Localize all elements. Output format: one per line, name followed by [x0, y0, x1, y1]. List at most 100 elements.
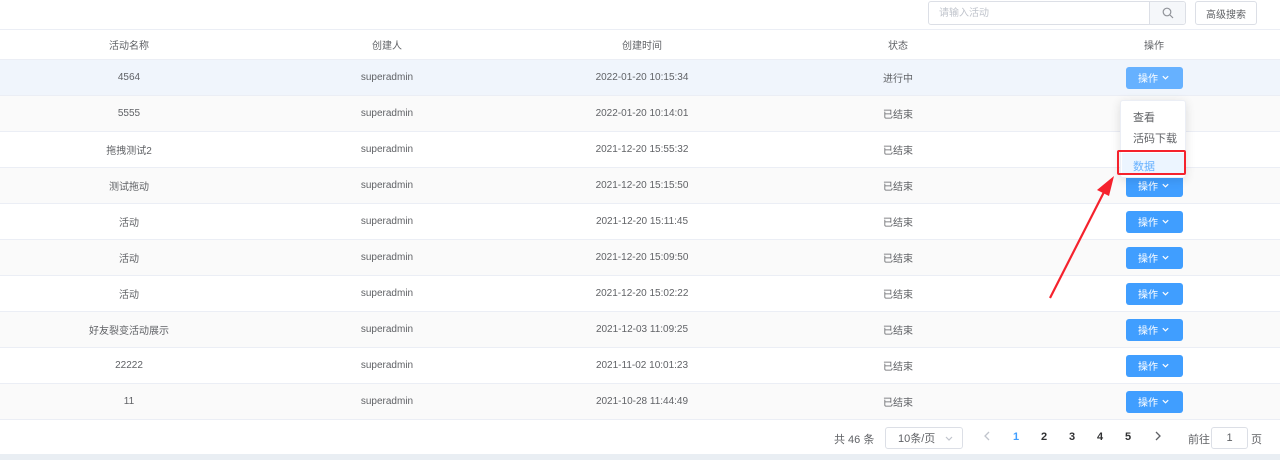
cell-activity-name: 5555 — [117, 108, 141, 119]
table-row: 5555superadmin2022-01-20 10:14:01已结束操作 — [0, 96, 1280, 132]
pagination: 共 46 条 10条/页 1 2 3 4 5 前往 页 — [0, 424, 1280, 452]
table-row: 11 superadmin 2021-10-28 11:44:49 已结束 操作 — [0, 384, 1280, 420]
cell-status: 已结束 — [883, 254, 913, 265]
action-dropdown-button[interactable]: 操作 — [1125, 210, 1183, 233]
action-button-label: 操作 — [1138, 254, 1158, 265]
chevron-down-icon — [1162, 75, 1169, 80]
cell-activity-name: 11 — [123, 396, 135, 407]
table-row: 4564 superadmin 2022-01-20 10:15:34 进行中 操作 — [0, 60, 1280, 96]
action-dropdown-button[interactable]: 操作 — [1125, 66, 1183, 89]
cell-actions: 操作 — [1028, 312, 1280, 347]
page-1[interactable]: 1 — [1013, 431, 1019, 443]
bottom-scrollbar-track — [0, 454, 1280, 460]
cell-creator: superadmin — [360, 396, 414, 407]
chevron-down-icon — [945, 436, 953, 441]
cell-actions: 操作 — [1028, 60, 1280, 95]
chevron-down-icon — [1162, 255, 1169, 260]
cell-creator: superadmin — [360, 288, 414, 299]
page-4[interactable]: 4 — [1097, 431, 1103, 443]
action-dropdown-button[interactable]: 操作 — [1125, 318, 1183, 341]
page-3[interactable]: 3 — [1069, 431, 1075, 443]
header-actions: 操作 — [1144, 41, 1164, 52]
page-2[interactable]: 2 — [1041, 431, 1047, 443]
table-body: 4564 superadmin 2022-01-20 10:15:34 进行中 操作 55… — [0, 60, 1280, 420]
cell-activity-name: 活动 — [119, 218, 139, 229]
cell-created-time: 2022-01-20 10:14:01 — [595, 108, 689, 119]
goto-page-input[interactable] — [1211, 427, 1248, 449]
cell-created-time: 2021-12-20 15:02:22 — [595, 288, 689, 299]
action-button-label: 操作 — [1138, 218, 1158, 229]
annotation-highlight-box — [1117, 150, 1186, 175]
action-dropdown-button[interactable]: 操作 — [1125, 354, 1183, 377]
search-icon — [1162, 7, 1173, 19]
cell-activity-name: 活动 — [119, 290, 139, 301]
cell-created-time: 2021-12-03 11:09:25 — [595, 324, 689, 335]
advanced-search-button[interactable]: 高级搜索 — [1195, 1, 1257, 25]
cell-actions: 操作 — [1028, 348, 1280, 383]
table-row: 22222 superadmin 2021-11-02 10:01:23 已结束 操作 — [0, 348, 1280, 384]
action-dropdown-button[interactable]: 操作 — [1125, 282, 1183, 305]
action-button-label: 操作 — [1138, 326, 1158, 337]
cell-status: 已结束 — [883, 182, 913, 193]
page-size-select[interactable]: 10条/页 — [885, 427, 963, 449]
dropdown-item-view[interactable]: 查看 — [1133, 109, 1155, 125]
chevron-down-icon — [1162, 219, 1169, 224]
header-creator: 创建人 — [372, 41, 402, 52]
page-size-value: 10条/页 — [898, 433, 936, 445]
chevron-down-icon — [1162, 291, 1169, 296]
cell-status: 已结束 — [883, 362, 913, 373]
action-button-label: 操作 — [1138, 398, 1158, 409]
cell-status: 已结束 — [883, 326, 913, 337]
action-dropdown-button[interactable]: 操作 — [1125, 390, 1183, 413]
page-5[interactable]: 5 — [1125, 431, 1131, 443]
cell-actions: 操作 — [1028, 276, 1280, 311]
cell-creator: superadmin — [360, 108, 414, 119]
header-status: 状态 — [888, 41, 908, 52]
cell-activity-name: 拖拽测试2 — [106, 146, 152, 157]
cell-activity-name: 22222 — [115, 360, 143, 371]
action-button-label: 操作 — [1138, 290, 1158, 301]
cell-actions: 操作 — [1028, 240, 1280, 275]
cell-creator: superadmin — [360, 216, 414, 227]
chevron-right-icon[interactable] — [1153, 429, 1163, 443]
cell-created-time: 2022-01-20 10:15:34 — [595, 72, 689, 83]
chevron-down-icon — [1162, 399, 1169, 404]
dropdown-item-download-code[interactable]: 活码下载 — [1133, 130, 1177, 146]
table-row: 拖拽测试2superadmin2021-12-20 15:55:32已结束操作 — [0, 132, 1280, 168]
cell-status: 已结束 — [883, 218, 913, 229]
action-button-label: 操作 — [1138, 182, 1158, 193]
chevron-down-icon — [1162, 363, 1169, 368]
action-button-label: 操作 — [1138, 74, 1158, 85]
cell-creator: superadmin — [360, 360, 414, 371]
header-activity-name: 活动名称 — [109, 41, 149, 52]
cell-status: 已结束 — [883, 146, 913, 157]
table-row: 活动 superadmin 2021-12-20 15:09:50 已结束 操作 — [0, 240, 1280, 276]
cell-actions: 操作 — [1028, 384, 1280, 419]
cell-created-time: 2021-11-02 10:01:23 — [595, 360, 689, 371]
table-row: 活动 superadmin 2021-12-20 15:02:22 已结束 操作 — [0, 276, 1280, 312]
pagination-total: 共 46 条 — [834, 434, 875, 446]
cell-creator: superadmin — [360, 252, 414, 263]
search-input[interactable] — [929, 2, 1149, 24]
chevron-left-icon[interactable] — [982, 429, 992, 443]
chevron-down-icon — [1162, 327, 1169, 332]
header-created-time: 创建时间 — [622, 41, 662, 52]
search-box — [928, 1, 1186, 25]
cell-creator: superadmin — [360, 72, 414, 83]
cell-status: 已结束 — [883, 290, 913, 301]
goto-label-prefix: 前往 — [1188, 434, 1210, 446]
action-dropdown-button[interactable]: 操作 — [1125, 246, 1183, 269]
cell-creator: superadmin — [360, 324, 414, 335]
cell-created-time: 2021-12-20 15:15:50 — [595, 180, 689, 191]
table-row: 活动 superadmin 2021-12-20 15:11:45 已结束 操作 — [0, 204, 1280, 240]
cell-creator: superadmin — [360, 180, 414, 191]
cell-created-time: 2021-12-20 15:55:32 — [595, 144, 689, 155]
goto-label-suffix: 页 — [1251, 434, 1262, 446]
search-button[interactable] — [1149, 2, 1185, 24]
activity-table: 活动名称 创建人 创建时间 状态 操作 4564 superadmin 2022-0… — [0, 29, 1280, 420]
cell-created-time: 2021-12-20 15:11:45 — [595, 216, 689, 227]
action-button-label: 操作 — [1138, 362, 1158, 373]
cell-status: 进行中 — [883, 74, 913, 85]
table-row: 测试拖动 superadmin 2021-12-20 15:15:50 已结束 操作 — [0, 168, 1280, 204]
cell-created-time: 2021-12-20 15:09:50 — [595, 252, 689, 263]
